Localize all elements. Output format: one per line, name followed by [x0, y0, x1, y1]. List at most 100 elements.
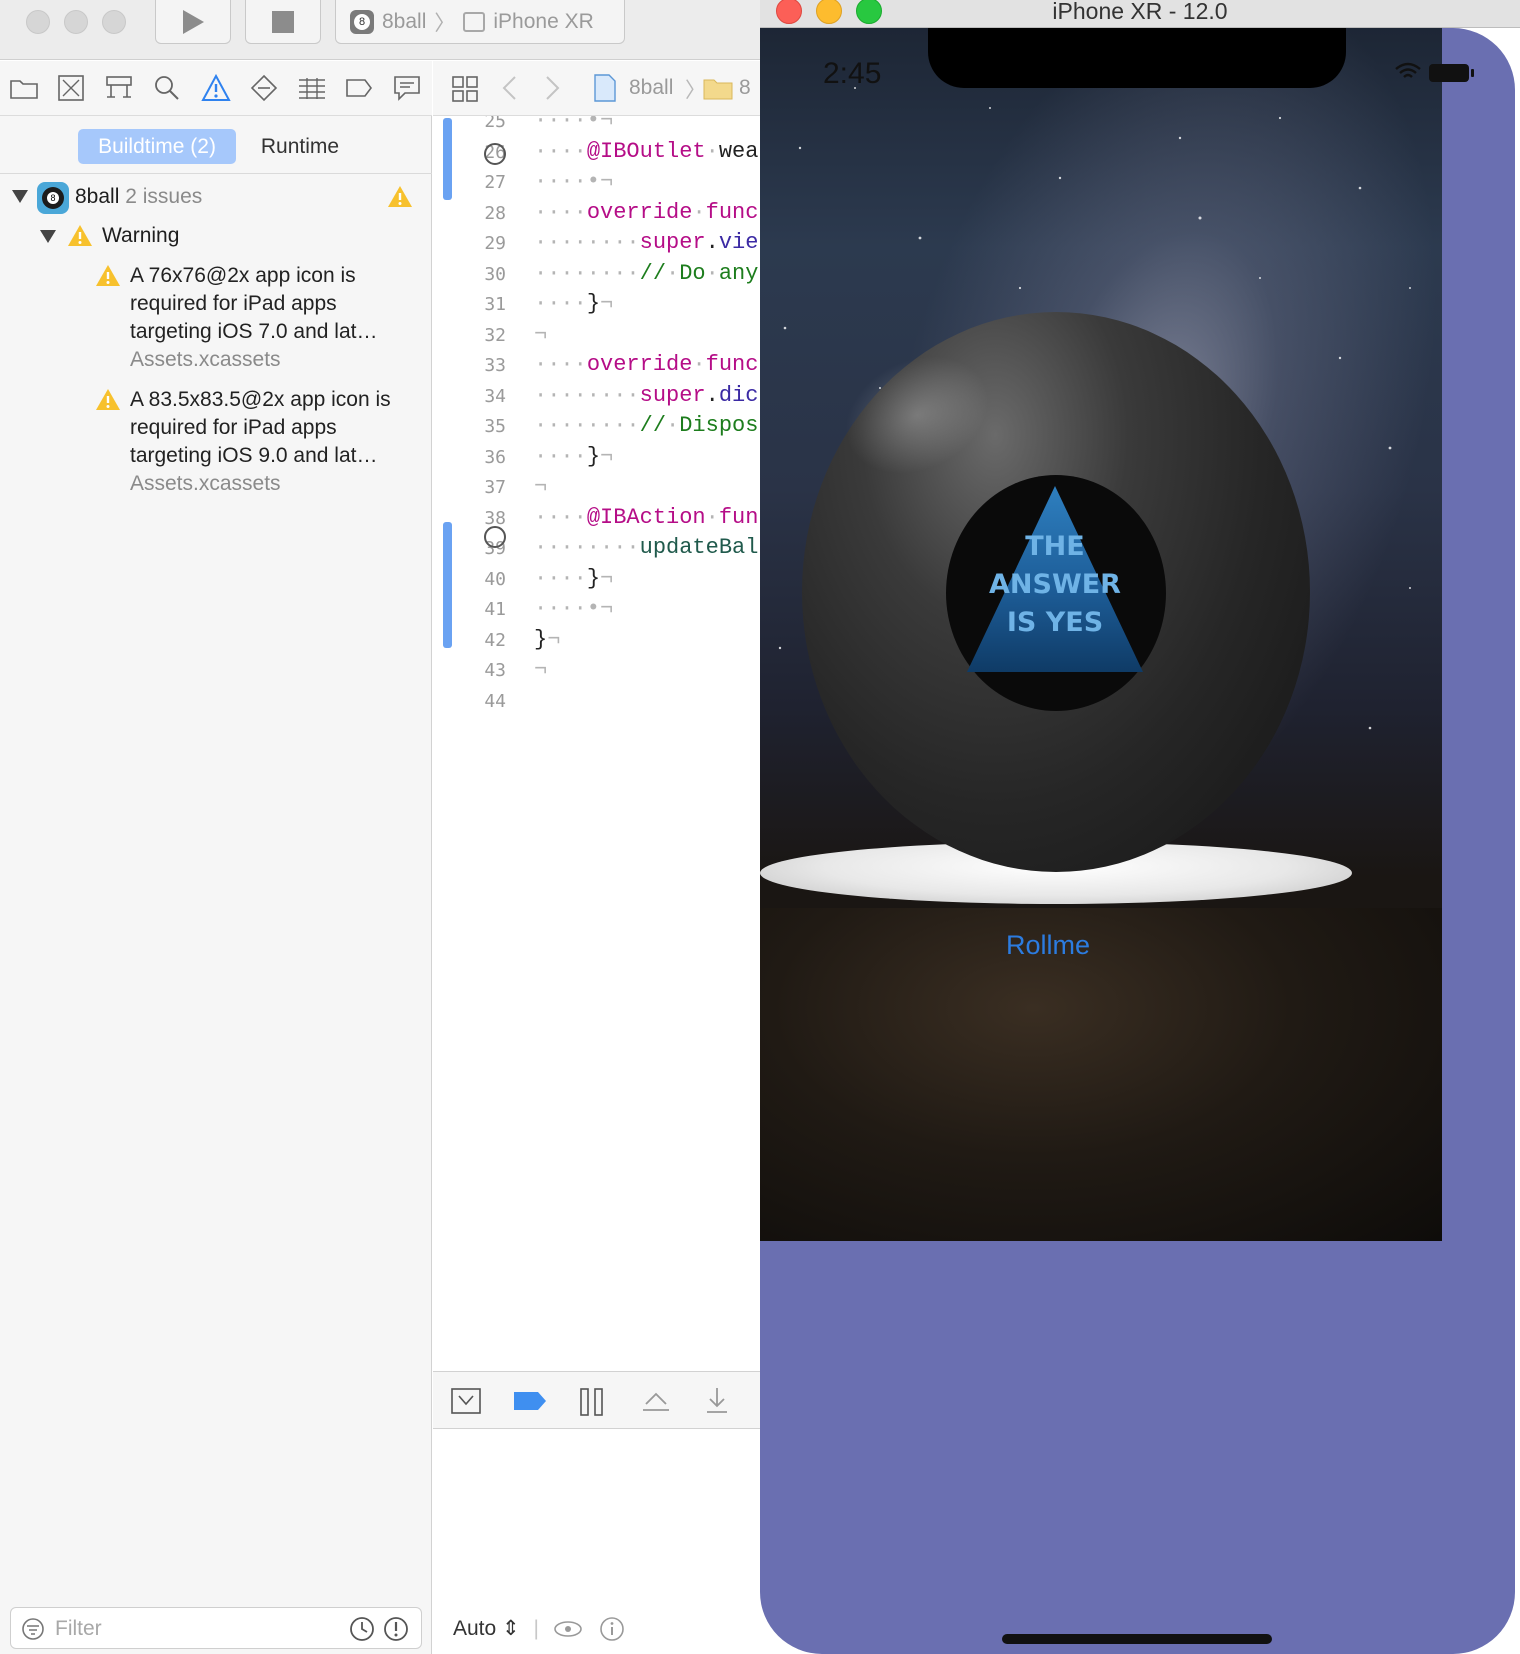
code-line[interactable]: ····override·func — [534, 352, 758, 377]
clock-icon[interactable] — [349, 1616, 375, 1642]
code-line[interactable]: ····}¬ — [534, 566, 613, 591]
minimize-window-button[interactable] — [816, 0, 842, 24]
filter-field[interactable]: Filter — [10, 1607, 422, 1649]
action-connection-indicator[interactable] — [484, 526, 506, 548]
project-row[interactable]: 8ball 2 issues — [75, 183, 202, 211]
issue-navigator — [0, 116, 432, 1654]
code-line[interactable]: ····•¬ — [534, 169, 613, 194]
app-icon: 8 — [350, 9, 374, 34]
code-line[interactable]: ····@IBOutlet·wea — [534, 139, 758, 164]
test-navigator-icon[interactable] — [249, 73, 279, 103]
scheme-project: 8ball — [382, 9, 427, 33]
xcode-toolbar: 8 8ball 〉 iPhone XR — [0, 0, 760, 60]
report-navigator-icon[interactable] — [392, 73, 422, 103]
tab-runtime[interactable]: Runtime — [245, 129, 355, 164]
code-line[interactable]: ····}¬ — [534, 291, 613, 316]
minimize-window-button[interactable] — [64, 10, 88, 34]
jump-bar-project[interactable]: 8ball — [629, 76, 673, 100]
debug-footer: Auto ⇕ | — [453, 1616, 625, 1642]
debug-bar — [433, 1371, 760, 1429]
eye-icon[interactable] — [553, 1619, 583, 1639]
warning-icon — [96, 389, 120, 410]
tab-buildtime[interactable]: Buildtime (2) — [78, 129, 236, 164]
code-line[interactable]: ¬ — [534, 474, 547, 499]
related-items-icon[interactable] — [451, 75, 479, 103]
device-icon — [463, 11, 486, 32]
issue-navigator-icon[interactable] — [201, 73, 231, 103]
code-line[interactable]: ········super.dic — [534, 383, 758, 408]
source-control-icon[interactable] — [56, 73, 86, 103]
line-number: 36 — [484, 446, 506, 468]
scheme-selector[interactable]: 8 8ball 〉 iPhone XR — [335, 0, 625, 44]
folder-icon[interactable] — [9, 73, 39, 103]
find-navigator-icon[interactable] — [152, 73, 182, 103]
line-number: 43 — [484, 660, 506, 681]
line-number: 30 — [484, 263, 506, 285]
line-number: 44 — [484, 690, 506, 712]
code-line[interactable]: ····@IBAction·fun — [534, 505, 758, 530]
close-window-button[interactable] — [26, 10, 50, 34]
step-into-icon[interactable] — [705, 1386, 729, 1414]
filter-placeholder: Filter — [55, 1617, 102, 1640]
line-number: 32 — [484, 324, 506, 346]
line-number: 41 — [484, 599, 506, 620]
landscape — [760, 908, 1442, 1241]
line-number: 27 — [484, 172, 506, 193]
line-number: 42 — [484, 629, 506, 651]
breakpoint-navigator-icon[interactable] — [344, 73, 374, 103]
code-line[interactable]: ····override·func — [534, 200, 758, 225]
roll-button[interactable]: Rollme — [1006, 930, 1090, 961]
stop-button[interactable] — [245, 0, 321, 44]
close-window-button[interactable] — [776, 0, 802, 24]
code-line[interactable]: ········super.vie — [534, 230, 758, 255]
chevron-right-icon: 〉 — [434, 11, 456, 35]
play-icon — [183, 9, 204, 34]
home-indicator[interactable] — [1002, 1634, 1272, 1644]
status-bar-time: 2:45 — [823, 57, 882, 90]
auto-variables-selector[interactable]: Auto ⇕ — [453, 1617, 520, 1640]
info-icon[interactable] — [599, 1616, 625, 1642]
outlet-connection-indicator[interactable] — [484, 143, 506, 165]
breakpoints-toggle-icon[interactable] — [513, 1390, 547, 1412]
issue-message[interactable]: A 83.5x83.5@2x app icon is required for … — [130, 386, 420, 470]
project-file-icon — [594, 74, 616, 102]
warning-icon — [388, 186, 412, 207]
run-button[interactable] — [155, 0, 231, 44]
answer-line: IS YES — [1006, 607, 1104, 638]
symbol-navigator-icon[interactable] — [104, 73, 134, 103]
debug-navigator-icon[interactable] — [297, 73, 327, 103]
code-line[interactable]: }¬ — [534, 627, 560, 652]
issue-file: Assets.xcassets — [130, 348, 281, 371]
code-line[interactable]: ········//·Dispos — [534, 413, 758, 438]
step-over-icon[interactable] — [641, 1388, 671, 1414]
issue-message[interactable]: A 76x76@2x app icon is required for iPad… — [130, 262, 420, 346]
code-line[interactable]: ········updateBal — [534, 535, 758, 560]
issue-count: 2 issues — [125, 185, 203, 208]
line-number: 29 — [484, 233, 506, 254]
battery-icon — [1429, 64, 1474, 82]
warning-group-label[interactable]: Warning — [102, 222, 179, 250]
zoom-window-button[interactable] — [102, 10, 126, 34]
issue-file: Assets.xcassets — [130, 472, 281, 495]
wifi-icon — [1395, 62, 1421, 78]
line-number: 40 — [484, 568, 506, 590]
hide-debug-area-icon[interactable] — [451, 1388, 481, 1414]
pause-icon[interactable] — [579, 1388, 605, 1416]
zoom-window-button[interactable] — [856, 0, 882, 24]
jump-bar-folder[interactable]: 8 — [739, 76, 751, 100]
code-line[interactable]: ¬ — [534, 322, 547, 347]
disclosure-triangle-icon[interactable] — [12, 190, 28, 203]
disclosure-triangle-icon[interactable] — [40, 230, 56, 243]
filter-icon — [22, 1618, 44, 1640]
back-arrow-icon[interactable] — [501, 75, 519, 101]
forward-arrow-icon[interactable] — [543, 75, 561, 101]
code-line[interactable]: ········//·Do·any — [534, 261, 758, 286]
warning-icon — [68, 225, 92, 246]
warning-icon — [96, 265, 120, 286]
line-number: 38 — [484, 507, 506, 529]
code-line[interactable]: ····}¬ — [534, 444, 613, 469]
issues-filter-icon[interactable] — [383, 1616, 409, 1642]
code-line[interactable]: ¬ — [534, 657, 547, 682]
code-line[interactable]: ····•¬ — [534, 596, 613, 621]
project-app-icon: 8 — [37, 182, 69, 214]
